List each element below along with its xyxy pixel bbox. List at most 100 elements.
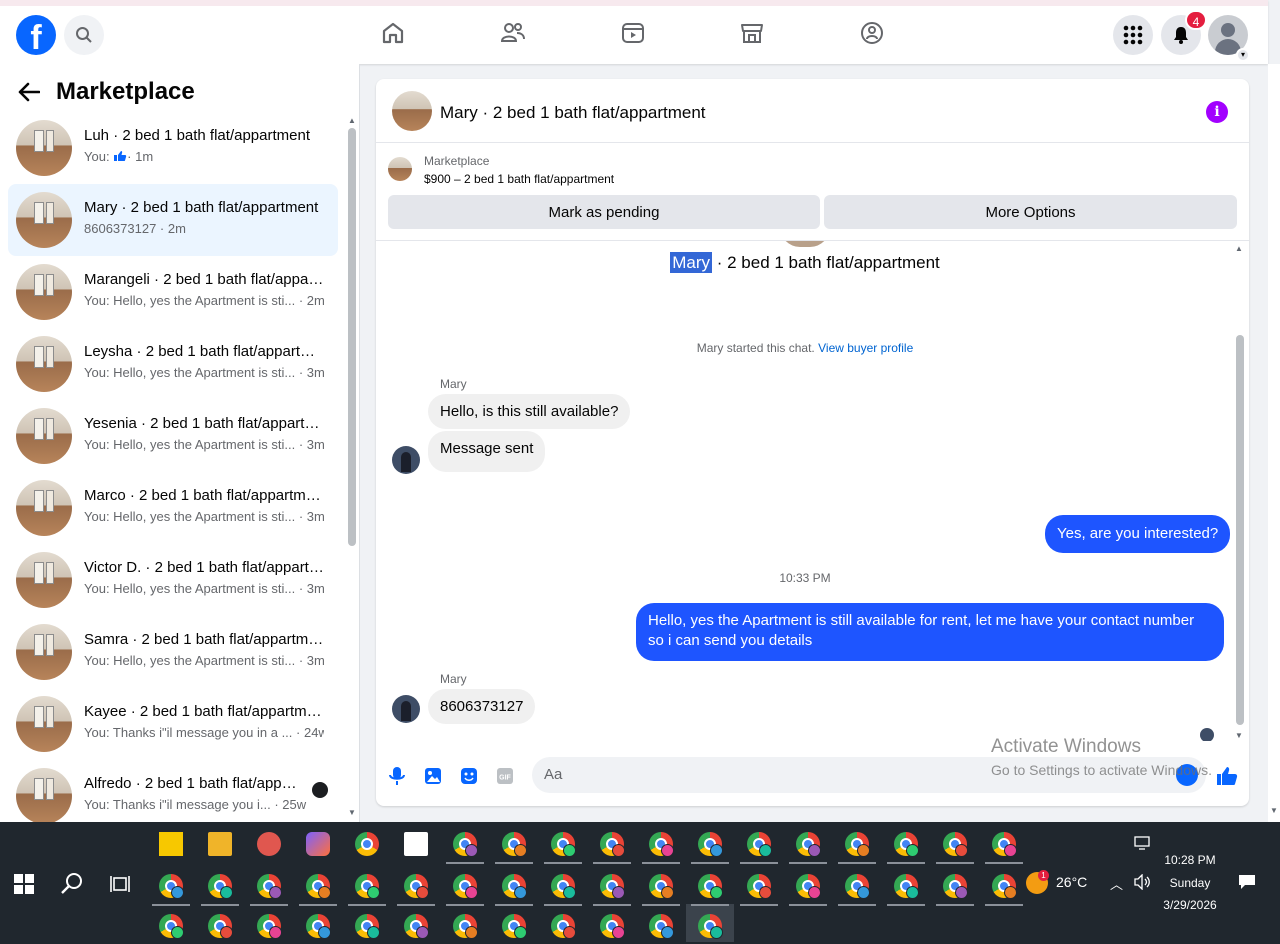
chrome-profile-window-icon[interactable] (894, 874, 919, 899)
incoming-message[interactable]: Message sent (428, 431, 546, 472)
network-tray-icon[interactable] (1134, 836, 1150, 855)
groups-nav-button[interactable] (858, 19, 886, 47)
chrome-profile-window-icon[interactable] (502, 914, 527, 939)
outgoing-message[interactable]: Yes, are you interested? (1045, 515, 1231, 553)
chrome-profile-window-icon[interactable] (208, 874, 233, 899)
back-button[interactable] (18, 79, 44, 105)
marketplace-nav-button[interactable] (738, 19, 766, 47)
chat-item-yesenia[interactable]: Yesenia · 2 bed 1 bath flat/appartment Y… (8, 400, 338, 472)
chrome-profile-window-icon[interactable] (551, 874, 576, 899)
clock-date[interactable]: 3/29/2026 (1150, 898, 1230, 912)
chrome-profile-window-icon[interactable] (649, 874, 674, 899)
chrome-profile-window-icon[interactable] (600, 914, 625, 939)
weather-temperature[interactable]: 26°C (1056, 874, 1087, 890)
chrome-profile-window-icon[interactable] (698, 874, 723, 899)
chrome-profile-window-icon[interactable] (698, 832, 723, 857)
gif-button[interactable]: GIF (494, 765, 516, 787)
chevron-up-icon[interactable]: ︿ (1110, 874, 1123, 893)
chat-item-leysha[interactable]: Leysha · 2 bed 1 bath flat/appartment Yo… (8, 328, 338, 400)
chrome-profile-window-icon[interactable] (257, 874, 282, 899)
chrome-profile-window-icon[interactable] (845, 832, 870, 857)
conversation-title[interactable]: Mary · 2 bed 1 bath flat/appartment (440, 103, 706, 123)
chat-item-mary[interactable]: Mary · 2 bed 1 bath flat/appartment 8606… (8, 184, 338, 256)
sticker-button[interactable] (458, 765, 480, 787)
paint-app-icon[interactable] (257, 832, 281, 856)
page-scrollbar[interactable]: ▼ (1268, 64, 1280, 822)
scroll-down-arrow-icon[interactable]: ▼ (1270, 806, 1278, 815)
document-app-icon[interactable] (404, 832, 428, 856)
chrome-profile-window-icon[interactable] (600, 874, 625, 899)
mark-as-pending-button[interactable]: Mark as pending (388, 195, 820, 229)
chat-item-victor[interactable]: Victor D. · 2 bed 1 bath flat/appartment… (8, 544, 338, 616)
info-icon[interactable]: i (1206, 101, 1228, 123)
chat-item-luh[interactable]: Luh · 2 bed 1 bath flat/appartment You: … (8, 112, 338, 184)
incoming-message[interactable]: 8606373127 (428, 689, 536, 724)
chrome-profile-window-icon[interactable] (649, 832, 674, 857)
chrome-profile-window-icon[interactable] (208, 914, 233, 939)
more-options-button[interactable]: More Options (824, 195, 1237, 229)
chrome-profile-window-icon[interactable] (551, 914, 576, 939)
chrome-profile-window-icon[interactable] (796, 874, 821, 899)
copilot-icon[interactable] (306, 832, 330, 856)
chrome-profile-window-icon[interactable] (404, 914, 429, 939)
task-view-button[interactable] (110, 874, 130, 899)
conversation-thumbnail[interactable] (392, 91, 432, 131)
chat-item-marangeli[interactable]: Marangeli · 2 bed 1 bath flat/appartment… (8, 256, 338, 328)
incoming-message[interactable]: Hello, is this still available? (428, 394, 631, 429)
taskbar-search-button[interactable] (60, 872, 84, 901)
chrome-profile-window-icon[interactable] (502, 874, 527, 899)
chrome-profile-window-icon[interactable] (992, 874, 1017, 899)
chrome-profile-window-icon[interactable] (698, 914, 723, 939)
chrome-profile-window-icon[interactable] (894, 832, 919, 857)
friends-nav-button[interactable] (499, 19, 527, 47)
scroll-up-arrow-icon[interactable]: ▲ (348, 116, 356, 125)
chrome-profile-window-icon[interactable] (747, 874, 772, 899)
scroll-up-arrow-icon[interactable]: ▲ (1235, 244, 1243, 253)
chrome-profile-window-icon[interactable] (355, 874, 380, 899)
buyer-avatar[interactable] (392, 695, 420, 723)
scroll-down-arrow-icon[interactable]: ▼ (348, 808, 356, 817)
chrome-profile-window-icon[interactable] (257, 914, 282, 939)
chrome-profile-window-icon[interactable] (600, 832, 625, 857)
sticky-notes-icon[interactable] (159, 832, 183, 856)
chat-item-marco[interactable]: Marco · 2 bed 1 bath flat/appartment You… (8, 472, 338, 544)
windows-start-icon[interactable] (14, 874, 34, 894)
chevron-down-icon[interactable]: ▾ (1236, 48, 1250, 62)
chrome-profile-window-icon[interactable] (747, 832, 772, 857)
view-buyer-profile-link[interactable]: View buyer profile (818, 341, 913, 355)
listing-price[interactable]: $900 – 2 bed 1 bath flat/appartment (424, 172, 614, 186)
chat-item-samra[interactable]: Samra · 2 bed 1 bath flat/appartment You… (8, 616, 338, 688)
menu-button[interactable] (1113, 15, 1153, 55)
chrome-profile-window-icon[interactable] (649, 914, 674, 939)
chrome-profile-window-icon[interactable] (453, 914, 478, 939)
chrome-profile-window-icon[interactable] (845, 874, 870, 899)
chat-item-alfredo[interactable]: Alfredo · 2 bed 1 bath flat/appartment Y… (8, 760, 338, 822)
action-center-button[interactable] (1238, 874, 1256, 895)
chrome-profile-window-icon[interactable] (943, 832, 968, 857)
attach-photo-button[interactable] (422, 765, 444, 787)
home-nav-button[interactable] (379, 19, 407, 47)
chrome-profile-window-icon[interactable] (355, 914, 380, 939)
chrome-profile-window-icon[interactable] (159, 914, 184, 939)
conversation-scrollbar[interactable] (1236, 335, 1244, 725)
chrome-profile-window-icon[interactable] (453, 832, 478, 857)
chrome-profile-window-icon[interactable] (404, 874, 429, 899)
chrome-profile-window-icon[interactable] (992, 832, 1017, 857)
listing-thumbnail[interactable] (388, 157, 412, 181)
watch-nav-button[interactable] (619, 19, 647, 47)
chrome-profile-window-icon[interactable] (306, 874, 331, 899)
send-like-button[interactable] (1216, 765, 1238, 787)
voice-clip-button[interactable] (386, 765, 408, 787)
buyer-avatar[interactable] (392, 446, 420, 474)
chrome-profile-window-icon[interactable] (551, 832, 576, 857)
chrome-profile-window-icon[interactable] (796, 832, 821, 857)
clock-time[interactable]: 10:28 PM (1150, 853, 1230, 867)
chrome-profile-window-icon[interactable] (306, 914, 331, 939)
clock-day[interactable]: Sunday (1150, 876, 1230, 890)
chrome-profile-window-icon[interactable] (159, 874, 184, 899)
sidebar-scrollbar[interactable] (348, 128, 356, 546)
chrome-profile-window-icon[interactable] (453, 874, 478, 899)
outgoing-message[interactable]: Hello, yes the Apartment is still availa… (636, 603, 1224, 661)
file-explorer-icon[interactable] (208, 832, 232, 856)
chrome-profile-window-icon[interactable] (502, 832, 527, 857)
